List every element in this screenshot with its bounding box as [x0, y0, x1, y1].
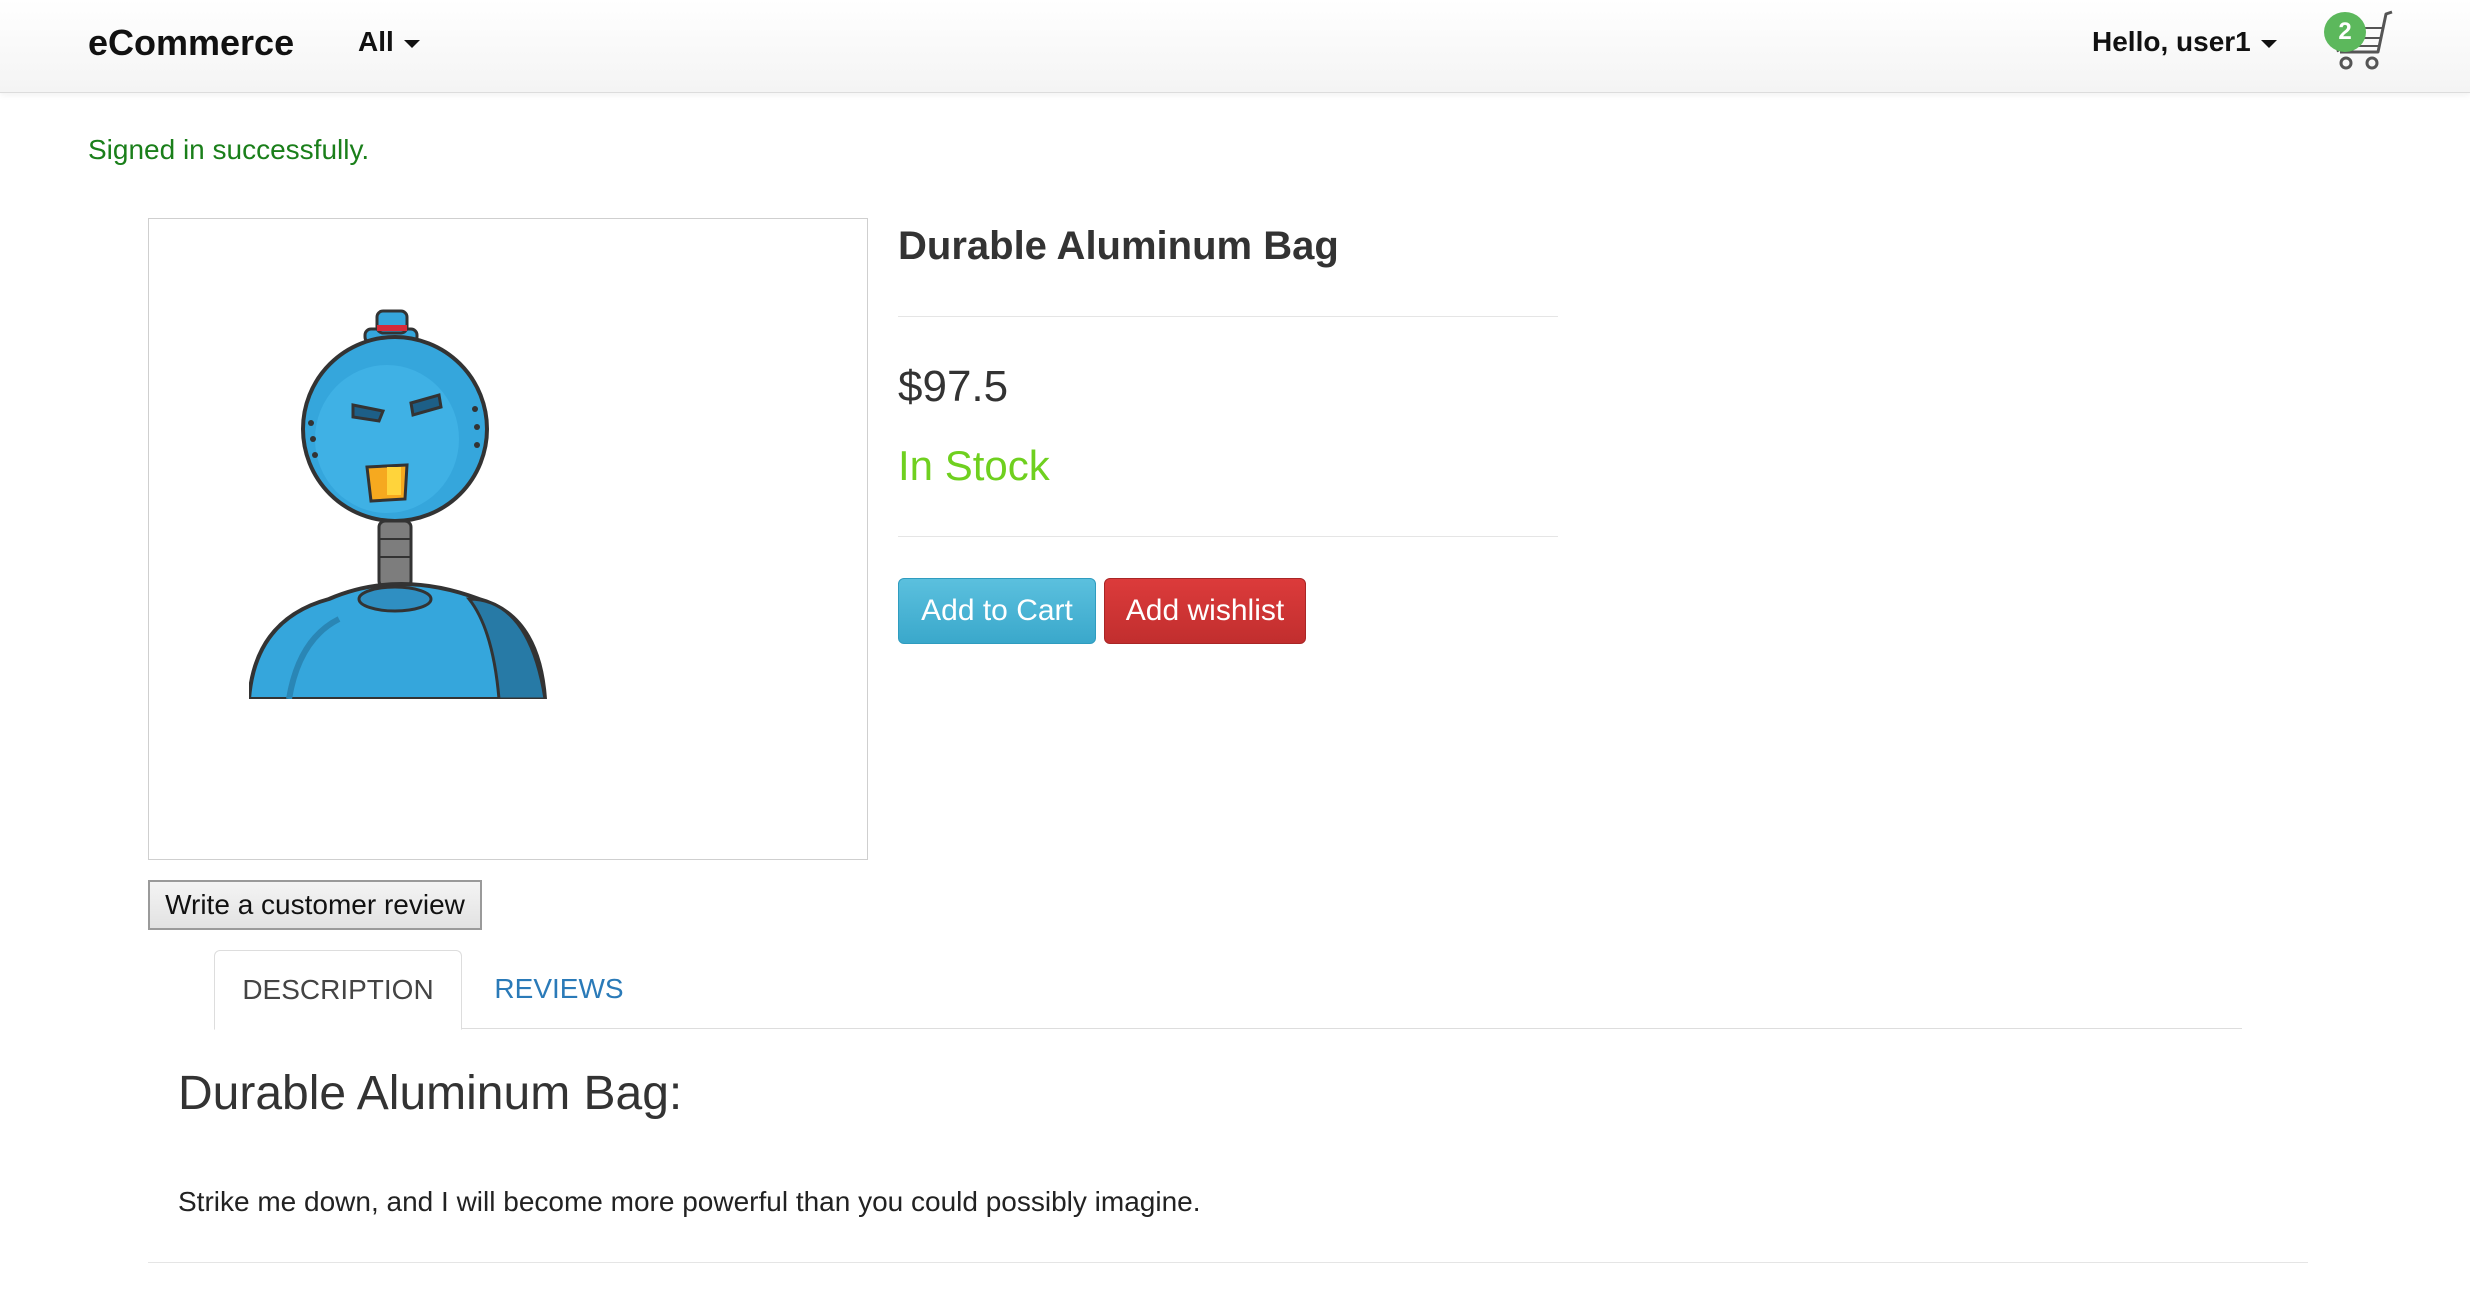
stock-status: In Stock — [898, 442, 1050, 489]
divider — [898, 536, 1558, 537]
category-dropdown[interactable]: All — [358, 26, 420, 58]
chevron-down-icon — [2260, 39, 2277, 48]
tabs-divider — [214, 1028, 2242, 1029]
chevron-down-icon — [403, 39, 420, 48]
description-text: Strike me down, and I will become more p… — [178, 1186, 1201, 1217]
user-menu-dropdown[interactable]: Hello, user1 — [2092, 26, 2277, 58]
navbar: eCommerce All Hello, user1 2 — [0, 0, 2470, 93]
robot-mascot-image — [249, 309, 548, 699]
divider — [148, 1262, 2308, 1263]
product-title: Durable Aluminum Bag — [898, 224, 1339, 268]
add-to-cart-button[interactable]: Add to Cart — [898, 578, 1096, 644]
user-greeting: Hello, user1 — [2092, 26, 2251, 57]
tab-reviews[interactable]: REVIEWS — [478, 950, 640, 1028]
brand-link[interactable]: eCommerce — [88, 22, 294, 64]
product-price: $97.5 — [898, 362, 1009, 411]
description-heading: Durable Aluminum Bag: — [178, 1067, 683, 1120]
category-dropdown-label: All — [358, 26, 394, 57]
tab-description[interactable]: DESCRIPTION — [214, 950, 462, 1030]
add-wishlist-button[interactable]: Add wishlist — [1104, 578, 1306, 644]
product-image — [148, 218, 868, 860]
cart-link[interactable]: 2 — [2320, 8, 2396, 72]
cart-count-badge: 2 — [2324, 12, 2366, 52]
divider — [898, 316, 1558, 317]
flash-message: Signed in successfully. — [88, 134, 370, 165]
write-review-button[interactable]: Write a customer review — [148, 880, 482, 930]
